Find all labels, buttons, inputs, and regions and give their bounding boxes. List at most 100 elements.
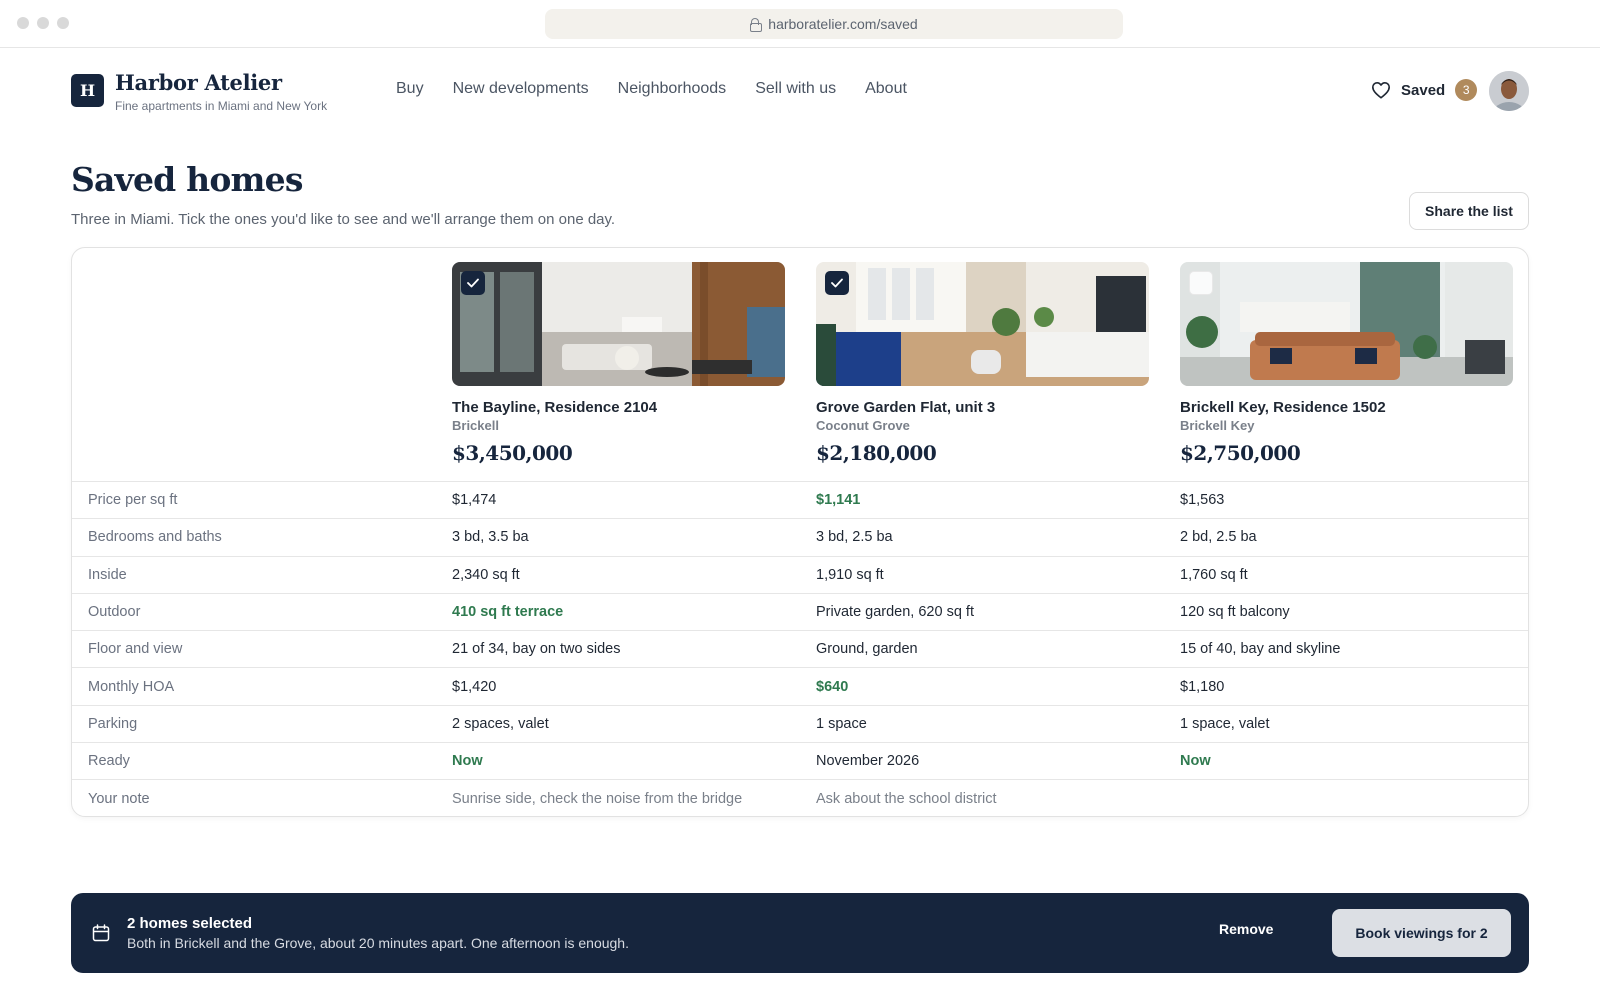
row-label: Your note xyxy=(88,790,150,807)
table-row: Ready Now November 2026 Now xyxy=(72,742,1528,779)
minimize-window-button[interactable] xyxy=(37,17,49,29)
home-photo-image xyxy=(816,262,1149,386)
maximize-window-button[interactable] xyxy=(57,17,69,29)
table-cell: 2,340 sq ft xyxy=(452,566,520,583)
table-cell: $1,141 xyxy=(816,492,861,509)
home-column: The Bayline, Residence 2104 Brickell $3,… xyxy=(452,262,785,465)
table-cell: 120 sq ft balcony xyxy=(1180,604,1290,621)
table-cell: Now xyxy=(452,753,483,770)
avatar-image xyxy=(1489,71,1529,111)
home-price: $2,750,000 xyxy=(1180,441,1301,465)
table-cell: $1,180 xyxy=(1180,678,1225,695)
saved-count-badge: 3 xyxy=(1455,79,1478,101)
selection-summary: Both in Brickell and the Grove, about 20… xyxy=(127,935,629,951)
table-row: Floor and view 21 of 34, bay on two sides… xyxy=(72,630,1528,667)
table-row: Price per sq ft $1,474 $1,141 $1,563 xyxy=(72,481,1528,518)
table-cell: 1 space xyxy=(816,715,867,732)
table-cell: $640 xyxy=(816,678,849,695)
home-price: $3,450,000 xyxy=(452,441,573,465)
table-row: Monthly HOA $1,420 $640 $1,180 xyxy=(72,667,1528,704)
table-cell: $1,474 xyxy=(452,492,497,509)
table-row: Outdoor 410 sq ft terrace Private garden, … xyxy=(72,592,1528,630)
home-neighborhood: Brickell xyxy=(452,418,499,433)
logo-mark[interactable]: H xyxy=(71,74,104,107)
table-cell: 2 bd, 2.5 ba xyxy=(1180,529,1257,546)
close-window-button[interactable] xyxy=(17,17,29,29)
home-name[interactable]: Brickell Key, Residence 1502 xyxy=(1180,399,1513,416)
table-cell: 3 bd, 3.5 ba xyxy=(452,529,529,546)
home-name[interactable]: The Bayline, Residence 2104 xyxy=(452,399,785,416)
browser-chrome: harboratelier.com/saved xyxy=(0,0,1600,48)
table-cell: Sunrise side, check the noise from the b… xyxy=(452,790,743,807)
select-home-checkbox[interactable] xyxy=(461,271,485,295)
row-label: Floor and view xyxy=(88,641,183,658)
selection-bar: 2 homes selected Both in Brickell and th… xyxy=(71,893,1529,973)
nav-item-about[interactable]: About xyxy=(865,80,907,98)
brand-tagline: Fine apartments in Miami and New York xyxy=(115,99,328,113)
nav-item-buy[interactable]: Buy xyxy=(396,80,424,98)
check-icon xyxy=(467,278,479,288)
table-cell: 410 sq ft terrace xyxy=(452,604,564,621)
share-list-button[interactable]: Share the list xyxy=(1409,192,1529,230)
page-title: Saved homes xyxy=(71,160,303,199)
brand-name[interactable]: Harbor Atelier xyxy=(115,70,282,95)
table-cell: 1,760 sq ft xyxy=(1180,566,1248,583)
lock-icon xyxy=(750,18,763,32)
heart-icon xyxy=(1372,81,1390,99)
comparison-table: The Bayline, Residence 2104 Brickell $3,… xyxy=(71,247,1529,817)
remove-button[interactable]: Remove xyxy=(1219,921,1273,937)
select-home-checkbox[interactable] xyxy=(825,271,849,295)
table-cell: 2 spaces, valet xyxy=(452,715,549,732)
page-subtitle: Three in Miami. Tick the ones you'd like… xyxy=(71,211,616,228)
home-column: Grove Garden Flat, unit 3 Coconut Grove … xyxy=(816,262,1149,465)
nav-item-new-developments[interactable]: New developments xyxy=(453,80,589,98)
table-cell: Ask about the school district xyxy=(816,790,997,807)
avatar[interactable] xyxy=(1489,71,1529,111)
home-price: $2,180,000 xyxy=(816,441,937,465)
table-cell: Private garden, 620 sq ft xyxy=(816,604,974,621)
table-cell: $1,563 xyxy=(1180,492,1225,509)
table-row: Your note Sunrise side, check the noise f… xyxy=(72,779,1528,816)
table-cell: November 2026 xyxy=(816,753,920,770)
table-cell: 3 bd, 2.5 ba xyxy=(816,529,893,546)
row-label: Outdoor xyxy=(88,604,141,621)
row-label: Parking xyxy=(88,715,138,732)
saved-label: Saved xyxy=(1401,81,1446,99)
table-row: Inside 2,340 sq ft 1,910 sq ft 1,760 sq ft xyxy=(72,555,1528,593)
table-cell: Ground, garden xyxy=(816,641,918,658)
table-cell: 1 space, valet xyxy=(1180,715,1270,732)
comparison-rows: Price per sq ft $1,474 $1,141 $1,563 Bedroom… xyxy=(72,481,1528,816)
nav-item-neighborhoods[interactable]: Neighborhoods xyxy=(618,80,727,98)
table-cell: 15 of 40, bay and skyline xyxy=(1180,641,1341,658)
row-label: Inside xyxy=(88,566,127,583)
url-text: harboratelier.com/saved xyxy=(768,16,918,32)
home-photo-image xyxy=(1180,262,1513,386)
select-home-checkbox[interactable] xyxy=(1189,271,1213,295)
book-viewings-button[interactable]: Book viewings for 2 xyxy=(1332,909,1511,957)
nav-item-sell-with-us[interactable]: Sell with us xyxy=(755,80,836,98)
home-column: Brickell Key, Residence 1502 Brickell Ke… xyxy=(1180,262,1513,465)
table-cell: $1,420 xyxy=(452,678,497,695)
row-label: Ready xyxy=(88,753,130,770)
check-icon xyxy=(831,278,843,288)
table-row: Bedrooms and baths 3 bd, 3.5 ba 3 bd, 2.5 … xyxy=(72,518,1528,555)
address-bar[interactable]: harboratelier.com/saved xyxy=(545,9,1123,39)
row-label: Price per sq ft xyxy=(88,492,178,509)
saved-link[interactable]: Saved 3 xyxy=(1371,79,1478,101)
row-label: Bedrooms and baths xyxy=(88,529,222,546)
selection-count: 2 homes selected xyxy=(127,915,253,932)
main-nav: Buy New developments Neighborhoods Sell … xyxy=(396,80,907,98)
home-name[interactable]: Grove Garden Flat, unit 3 xyxy=(816,399,1149,416)
home-photo[interactable] xyxy=(1180,262,1513,386)
home-photo[interactable] xyxy=(816,262,1149,386)
table-cell: Now xyxy=(1180,753,1211,770)
home-photo[interactable] xyxy=(452,262,785,386)
table-row: Parking 2 spaces, valet 1 space 1 space, va… xyxy=(72,704,1528,742)
calendar-icon xyxy=(92,924,110,942)
home-neighborhood: Brickell Key xyxy=(1180,418,1255,433)
row-label: Monthly HOA xyxy=(88,678,175,695)
window-controls xyxy=(17,17,69,29)
table-cell: 21 of 34, bay on two sides xyxy=(452,641,621,658)
home-neighborhood: Coconut Grove xyxy=(816,418,910,433)
home-photo-image xyxy=(452,262,785,386)
